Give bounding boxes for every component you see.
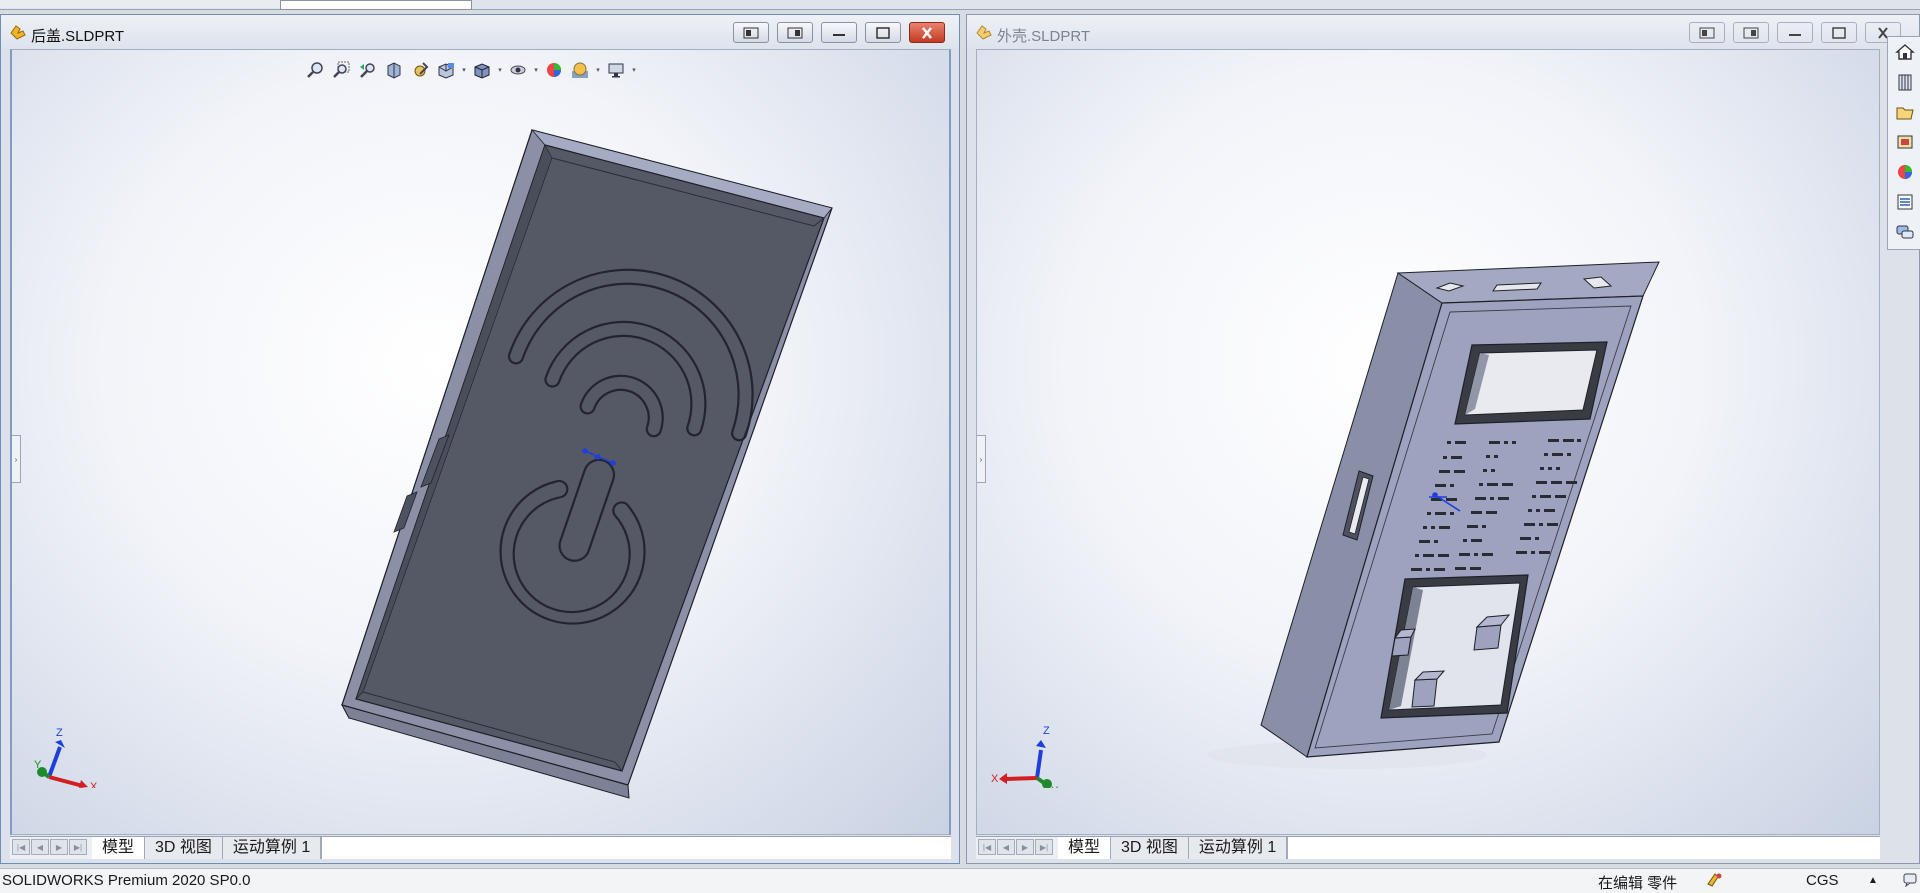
custom-properties-icon[interactable] (1888, 187, 1920, 217)
document-tab-strip (0, 0, 1920, 10)
minimize-icon (1789, 33, 1801, 36)
tab-model[interactable]: 模型 (1058, 837, 1112, 859)
window-titlebar[interactable]: 后盖.SLDPRT (1, 15, 959, 49)
window-title: 外壳.SLDPRT (997, 28, 1091, 45)
task-pane-tabs (1887, 36, 1920, 250)
doc-tab-active[interactable] (280, 0, 472, 10)
minimize-button[interactable] (1777, 22, 1813, 43)
last-tab-icon[interactable]: ▶| (1035, 839, 1053, 855)
next-tab-icon[interactable]: ▶ (50, 839, 68, 855)
feature-manager-flyout-handle[interactable]: › (12, 435, 21, 483)
tile-right-button[interactable] (777, 22, 813, 43)
window-titlebar[interactable]: 外壳.SLDPRT (967, 15, 1919, 49)
model-tabs-bar: |◀ ◀ ▶ ▶| 模型 3D 视图 运动算例 1 (976, 836, 1880, 859)
tile-left-icon (743, 27, 759, 38)
feature-manager-flyout-handle[interactable]: › (977, 435, 986, 483)
file-explorer-icon[interactable] (1888, 97, 1920, 127)
doc-tab[interactable] (0, 0, 46, 8)
tab-scroll-buttons: |◀ ◀ ▶ ▶| (976, 837, 1058, 859)
last-tab-icon[interactable]: ▶| (69, 839, 87, 855)
first-tab-icon[interactable]: |◀ (12, 839, 30, 855)
tab-bar-fill (321, 837, 951, 859)
solidworks-resources-icon[interactable] (1888, 37, 1920, 67)
status-bar: SOLIDWORKS Premium 2020 SP0.0 在编辑 零件 CGS… (0, 868, 1920, 893)
minimize-icon (833, 33, 845, 36)
forum-icon[interactable] (1888, 217, 1920, 247)
part-model-back-cover[interactable] (12, 50, 951, 835)
tile-right-icon (1743, 27, 1759, 38)
doc-tab[interactable] (110, 0, 166, 8)
editing-mode: 在编辑 零件 (1598, 875, 1678, 892)
rebuild-icon[interactable] (1706, 871, 1724, 891)
close-button[interactable] (909, 22, 945, 43)
document-window-back-cover[interactable]: 后盖.SLDPRT ▾ ▾ ▾ ▾ ▾ Z X Y › |◀ ◀ ▶ ▶| 模型… (0, 14, 960, 864)
doc-tab[interactable] (165, 0, 281, 8)
next-tab-icon[interactable]: ▶ (1016, 839, 1034, 855)
triad-z-label: Z (1043, 725, 1050, 737)
triad-y-label: Y (34, 759, 42, 771)
units-dropdown-icon[interactable]: ▲ (1868, 875, 1878, 886)
triad-y-label: Y (1051, 785, 1059, 788)
prev-tab-icon[interactable]: ◀ (31, 839, 49, 855)
tile-left-button[interactable] (1689, 22, 1725, 43)
view-palette-icon[interactable] (1888, 127, 1920, 157)
notification-icon[interactable] (1902, 871, 1918, 891)
design-library-icon[interactable] (1888, 67, 1920, 97)
part-file-icon (10, 25, 26, 40)
tab-3d-view[interactable]: 3D 视图 (1111, 837, 1189, 859)
graphics-area[interactable]: ▾ ▾ ▾ ▾ ▾ Z X Y › (10, 49, 951, 835)
maximize-icon (1832, 26, 1846, 39)
maximize-icon (876, 26, 890, 39)
triad-x-label: X (90, 781, 98, 788)
tile-right-button[interactable] (1733, 22, 1769, 43)
triad-z-label: Z (56, 727, 63, 739)
appearances-scenes-icon[interactable] (1888, 157, 1920, 187)
tile-right-icon (787, 27, 803, 38)
close-icon (922, 26, 932, 39)
product-version: SOLIDWORKS Premium 2020 SP0.0 (2, 872, 251, 889)
maximize-button[interactable] (1821, 22, 1857, 43)
tab-3d-view[interactable]: 3D 视图 (145, 837, 223, 859)
part-file-icon (976, 25, 992, 40)
tile-left-button[interactable] (733, 22, 769, 43)
first-tab-icon[interactable]: |◀ (978, 839, 996, 855)
window-title: 后盖.SLDPRT (31, 28, 125, 45)
minimize-button[interactable] (821, 22, 857, 43)
doc-tab[interactable] (45, 0, 111, 8)
graphics-area[interactable]: Z X Y › (976, 49, 1880, 835)
coordinate-triad: Z X Y (991, 725, 1059, 788)
document-window-housing[interactable]: 外壳.SLDPRT Z X › |◀ ◀ ▶ ▶| 模型 3D 视图 运动算例 … (966, 14, 1920, 864)
unit-system[interactable]: CGS (1806, 872, 1839, 889)
prev-tab-icon[interactable]: ◀ (997, 839, 1015, 855)
tile-left-icon (1699, 27, 1715, 38)
tab-bar-fill (1287, 837, 1880, 859)
tab-scroll-buttons: |◀ ◀ ▶ ▶| (10, 837, 92, 859)
coordinate-triad: Z X Y (34, 727, 98, 788)
tab-motion-study[interactable]: 运动算例 1 (1188, 837, 1288, 859)
triad-x-label: X (991, 773, 999, 785)
tab-model[interactable]: 模型 (92, 837, 146, 859)
tab-motion-study[interactable]: 运动算例 1 (222, 837, 322, 859)
part-model-housing[interactable] (977, 50, 1880, 835)
model-tabs-bar: |◀ ◀ ▶ ▶| 模型 3D 视图 运动算例 1 (10, 836, 951, 859)
maximize-button[interactable] (865, 22, 901, 43)
